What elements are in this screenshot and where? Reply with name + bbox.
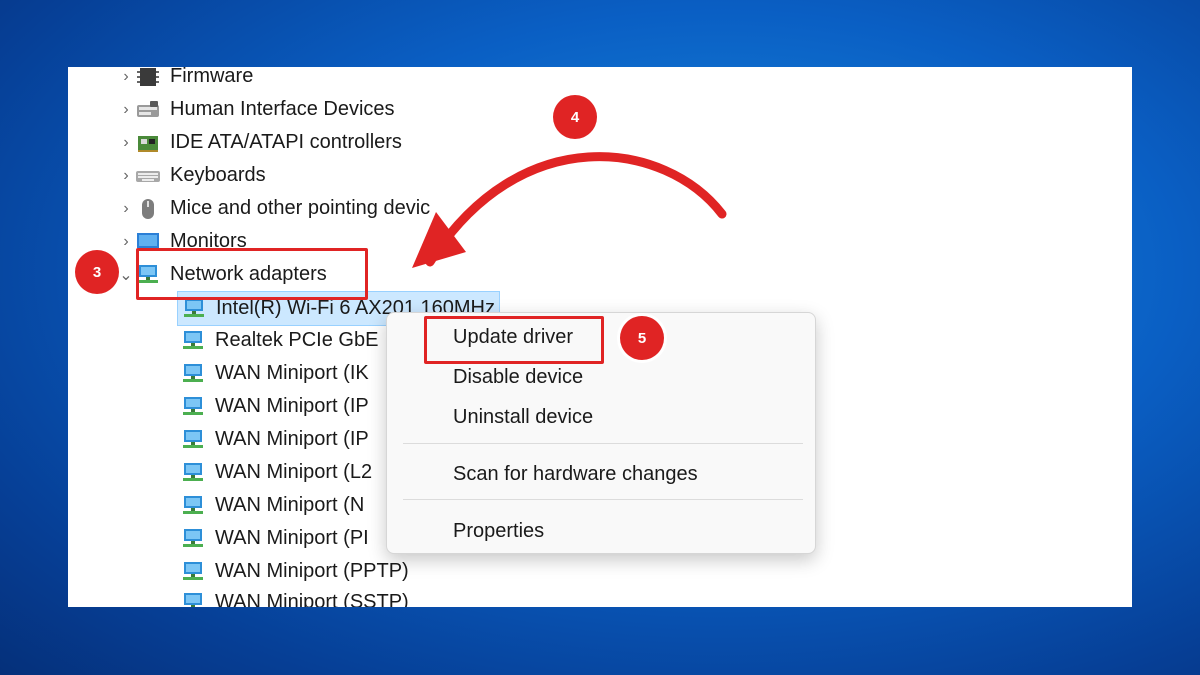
step-badge-4: 4 [553,95,597,139]
curved-arrow-icon [412,152,727,268]
step-badge-3: 3 [75,250,119,294]
step-badge-5: 5 [620,316,664,360]
